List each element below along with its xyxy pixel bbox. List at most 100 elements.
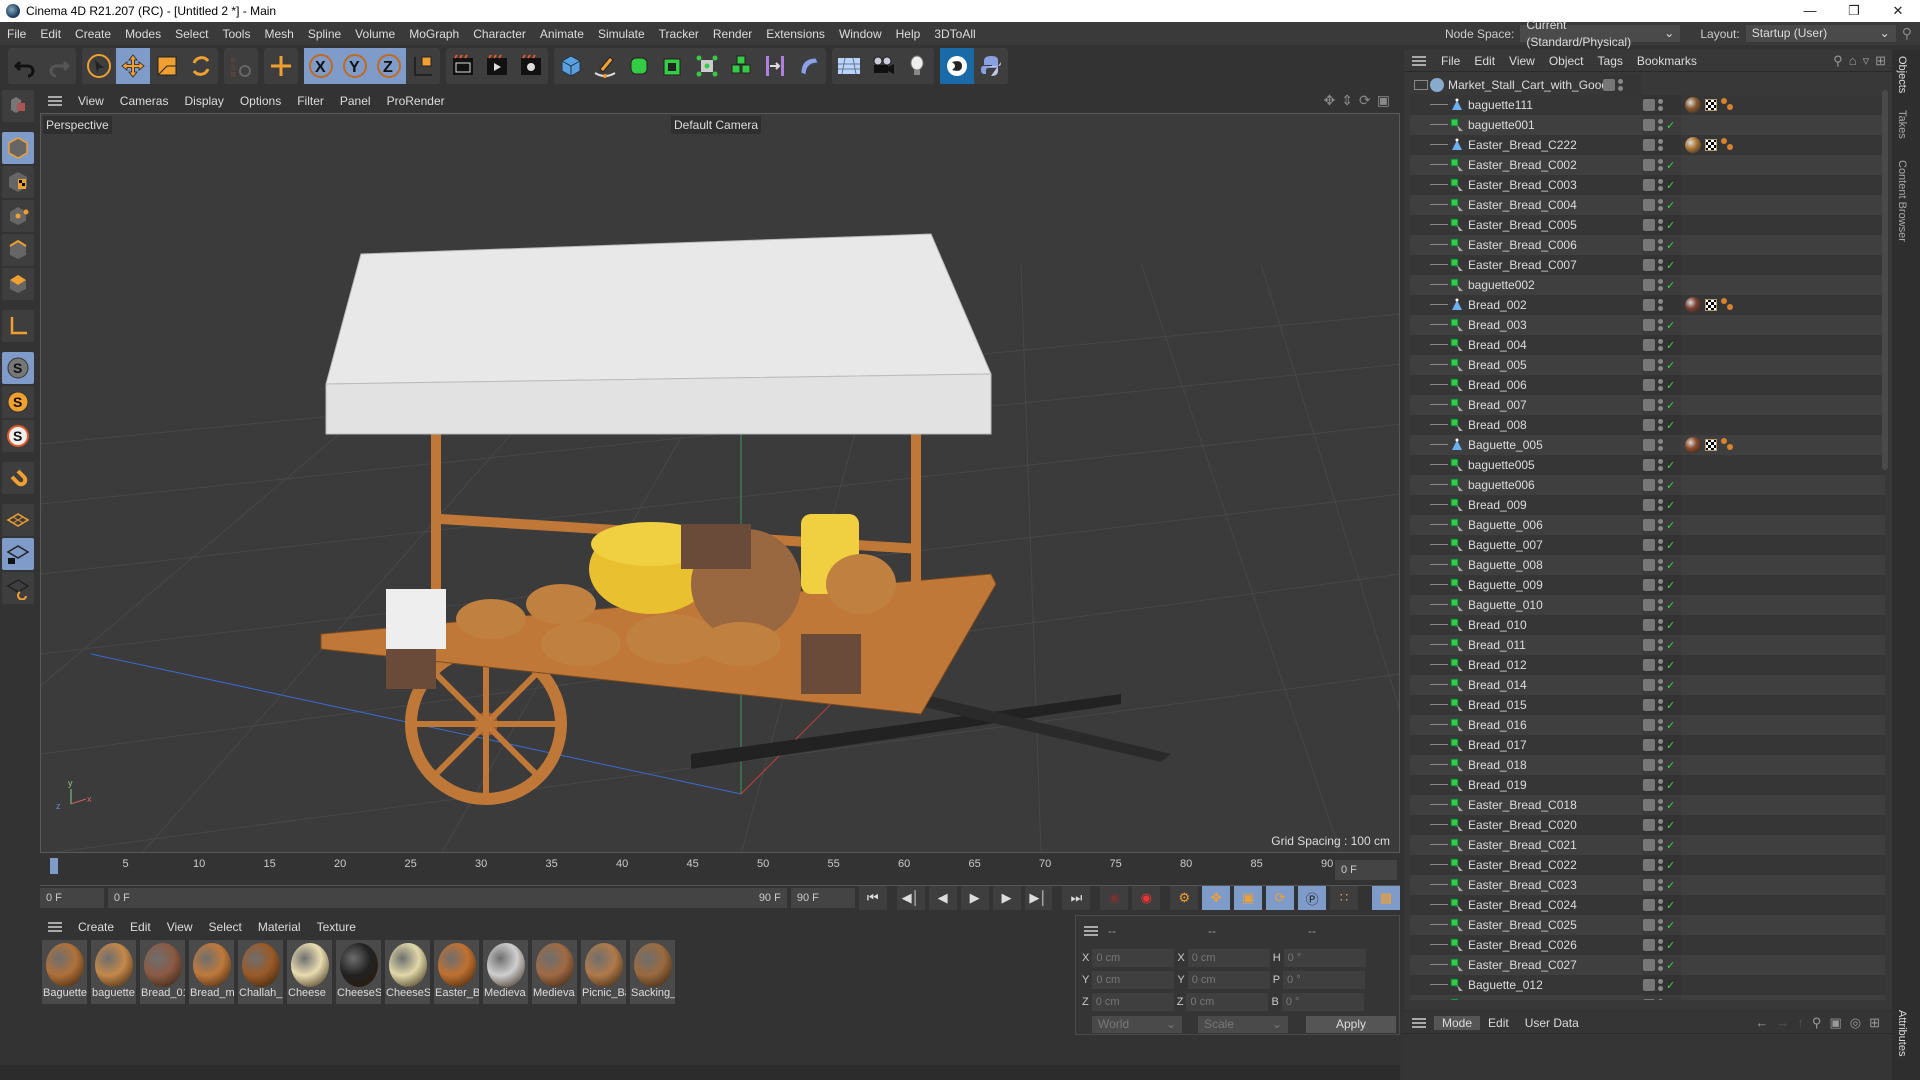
visibility-dots-icon[interactable] (1658, 379, 1663, 391)
rotation-b-field[interactable]: 0 ° (1281, 993, 1364, 1011)
enabled-check-icon[interactable]: ✓ (1666, 879, 1675, 892)
enabled-check-icon[interactable]: ✓ (1666, 399, 1675, 412)
visibility-dots-icon[interactable] (1658, 439, 1663, 451)
visibility-toggles[interactable]: ✓ (1643, 415, 1681, 435)
object-row[interactable]: Easter_Bread_C004 ✓ (1410, 195, 1885, 215)
phong-tag-icon[interactable] (1721, 138, 1735, 152)
close-button[interactable]: ✕ (1876, 0, 1920, 22)
material-item[interactable]: Baguette (42, 940, 87, 1004)
object-row[interactable]: Baguette_007 ✓ (1410, 535, 1885, 555)
enabled-check-icon[interactable]: ✓ (1666, 499, 1675, 512)
visibility-dots-icon[interactable] (1658, 419, 1663, 431)
enabled-check-icon[interactable]: ✓ (1666, 799, 1675, 812)
visibility-dots-icon[interactable] (1658, 939, 1663, 951)
visibility-toggles[interactable] (1643, 95, 1681, 115)
visibility-toggles[interactable]: ✓ (1643, 635, 1681, 655)
key-parameter-button[interactable]: Ⓟ (1298, 886, 1327, 910)
visibility-dots-icon[interactable] (1658, 719, 1663, 731)
object-row[interactable]: Easter_Bread_C222 (1410, 135, 1885, 155)
timeline-ruler[interactable]: 051015202530354045505560657075808590 (40, 856, 1400, 886)
material-item[interactable]: Bread_01 (140, 940, 185, 1004)
enabled-check-icon[interactable]: ✓ (1666, 739, 1675, 752)
previous-frame-button[interactable]: ◀ (928, 886, 957, 910)
enabled-check-icon[interactable]: ✓ (1666, 579, 1675, 592)
new-window-icon[interactable]: ⊞ (1869, 1015, 1880, 1031)
filter-icon[interactable]: ▿ (1863, 53, 1870, 69)
tab-content-browser[interactable]: Content Browser (1896, 160, 1908, 242)
next-key-button[interactable]: ▶│ (1024, 886, 1053, 910)
object-row[interactable]: Bread_016 ✓ (1410, 715, 1885, 735)
viewport-menu-view[interactable]: View (70, 94, 112, 108)
attribute-menu-user-data[interactable]: User Data (1517, 1016, 1587, 1030)
enabled-check-icon[interactable]: ✓ (1666, 939, 1675, 952)
end-frame-field[interactable]: 90 F (790, 888, 855, 908)
material-tag-icon[interactable] (1685, 297, 1701, 313)
menu-animate[interactable]: Animate (533, 27, 591, 41)
enabled-check-icon[interactable]: ✓ (1666, 639, 1675, 652)
playhead[interactable] (50, 858, 58, 874)
phong-tag-icon[interactable] (1721, 98, 1735, 112)
material-menu-texture[interactable]: Texture (309, 920, 364, 934)
visibility-dots-icon[interactable] (1658, 399, 1663, 411)
enabled-check-icon[interactable]: ✓ (1666, 359, 1675, 372)
enabled-check-icon[interactable]: ✓ (1666, 759, 1675, 772)
enabled-check-icon[interactable]: ✓ (1666, 279, 1675, 292)
visibility-dots-icon[interactable] (1658, 239, 1663, 251)
material-item[interactable]: Challah_ (238, 940, 283, 1004)
visibility-toggles[interactable]: ✓ (1643, 555, 1681, 575)
workplane-button[interactable] (2, 504, 34, 536)
viewport-menu-panel[interactable]: Panel (332, 94, 379, 108)
search-icon[interactable]: ⚲ (1833, 53, 1843, 69)
object-menu-edit[interactable]: Edit (1467, 54, 1502, 68)
enabled-check-icon[interactable]: ✓ (1666, 479, 1675, 492)
visibility-toggles[interactable]: ✓ (1643, 815, 1681, 835)
position-z-field[interactable]: 0 cm (1091, 993, 1174, 1011)
new-window-icon[interactable]: ⊞ (1875, 53, 1886, 69)
visibility-toggles[interactable] (1603, 75, 1641, 95)
menu-simulate[interactable]: Simulate (591, 27, 652, 41)
visibility-toggles[interactable] (1643, 435, 1681, 455)
visibility-dots-icon[interactable] (1658, 819, 1663, 831)
enabled-check-icon[interactable]: ✓ (1666, 239, 1675, 252)
visibility-toggles[interactable]: ✓ (1643, 115, 1681, 135)
coordinate-system-button[interactable] (406, 48, 440, 84)
visibility-toggles[interactable]: ✓ (1643, 595, 1681, 615)
move-tool-button[interactable] (116, 48, 150, 84)
menu-3dtoall[interactable]: 3DToAll (927, 27, 982, 41)
key-pla-button[interactable]: ∷ (1330, 886, 1359, 910)
object-row[interactable]: baguette001 ✓ (1410, 115, 1885, 135)
texture-tag-icon[interactable] (1705, 439, 1717, 451)
visibility-dots-icon[interactable] (1658, 619, 1663, 631)
render-view-button[interactable] (446, 48, 480, 84)
target-icon[interactable]: ◎ (1850, 1015, 1861, 1031)
visibility-toggles[interactable]: ✓ (1643, 495, 1681, 515)
object-row[interactable]: Easter_Bread_C022 ✓ (1410, 855, 1885, 875)
select-tool-button[interactable] (82, 48, 116, 84)
rotation-p-field[interactable]: 0 ° (1283, 971, 1366, 989)
current-frame-display[interactable]: 0 F (1335, 860, 1397, 880)
enabled-check-icon[interactable]: ✓ (1666, 979, 1675, 992)
object-row[interactable]: Baguette_009 ✓ (1410, 575, 1885, 595)
attribute-menu-mode[interactable]: Mode (1434, 1015, 1481, 1030)
object-row[interactable]: Easter_Bread_C021 ✓ (1410, 835, 1885, 855)
lock-icon[interactable]: ▣ (1829, 1015, 1841, 1031)
go-to-end-button[interactable]: ⏭ (1062, 886, 1091, 910)
coordinate-mode-select[interactable]: Scale ⌄ (1198, 1016, 1288, 1033)
floor-button[interactable] (832, 48, 866, 84)
visibility-toggles[interactable]: ✓ (1643, 835, 1681, 855)
visibility-toggles[interactable]: ✓ (1643, 335, 1681, 355)
tab-objects[interactable]: Objects (1896, 56, 1908, 93)
viewport-menu-filter[interactable]: Filter (289, 94, 332, 108)
visibility-toggles[interactable]: ✓ (1643, 615, 1681, 635)
enabled-check-icon[interactable]: ✓ (1666, 819, 1675, 832)
current-frame-field[interactable]: 0 F (40, 888, 104, 908)
search-icon[interactable]: ⚲ (1812, 1015, 1822, 1031)
menu-mesh[interactable]: Mesh (257, 27, 300, 41)
menu-volume[interactable]: Volume (348, 27, 402, 41)
visibility-dots-icon[interactable] (1658, 959, 1663, 971)
visibility-toggles[interactable]: ✓ (1643, 275, 1681, 295)
dolly-view-icon[interactable]: ⇕ (1341, 92, 1353, 109)
scale-tool-button[interactable] (150, 48, 184, 84)
visibility-toggles[interactable]: ✓ (1643, 575, 1681, 595)
visibility-toggles[interactable]: ✓ (1643, 235, 1681, 255)
